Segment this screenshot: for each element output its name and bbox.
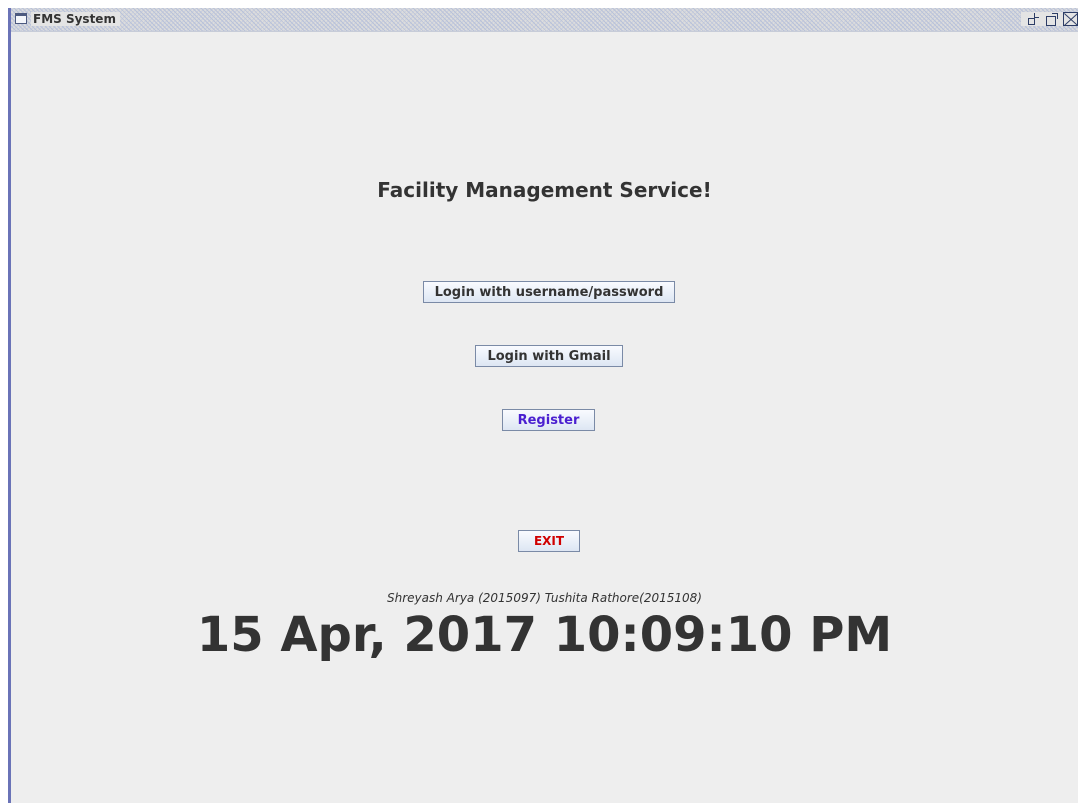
clock-display: 15 Apr, 2017 10:09:10 PM	[196, 607, 893, 663]
iconify-icon[interactable]	[1025, 12, 1040, 26]
window-title: FMS System	[31, 12, 120, 26]
maximize-icon[interactable]	[1044, 12, 1059, 26]
register-button[interactable]: Register	[502, 409, 595, 431]
authors-label: Shreyash Arya (2015097) Tushita Rathore(…	[387, 591, 702, 605]
login-gmail-button[interactable]: Login with Gmail	[475, 345, 623, 367]
app-window: FMS System Facility Management Service! …	[8, 8, 1078, 803]
exit-button[interactable]: EXIT	[518, 530, 580, 552]
window-controls	[1021, 12, 1078, 26]
login-username-password-button[interactable]: Login with username/password	[423, 281, 675, 303]
page-title: Facility Management Service!	[377, 178, 712, 202]
close-icon[interactable]	[1063, 12, 1078, 26]
title-bar[interactable]: FMS System	[11, 8, 1078, 32]
window-icon	[15, 13, 27, 24]
